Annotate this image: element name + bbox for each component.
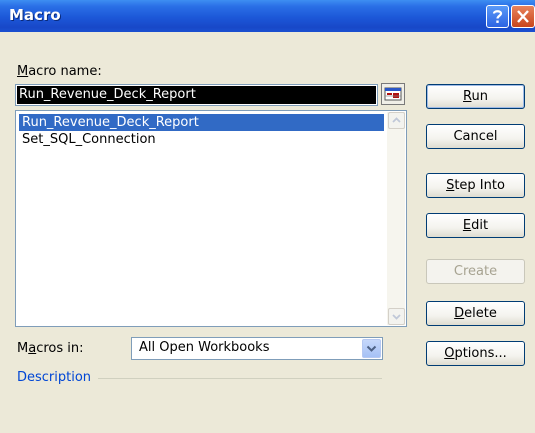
help-icon (492, 10, 503, 23)
macro-list[interactable]: Run_Revenue_Deck_Report Set_SQL_Connecti… (15, 110, 407, 327)
window-title: Macro (9, 6, 61, 24)
create-label: Create (453, 264, 498, 279)
edit-button[interactable]: Edit (426, 213, 525, 238)
create-button[interactable]: Create (426, 259, 525, 284)
title-bar[interactable]: Macro (0, 0, 535, 32)
list-item[interactable]: Set_SQL_Connection (19, 131, 384, 148)
macros-in-select[interactable]: All Open Workbooks (131, 337, 383, 360)
macro-name-label-text: acro name: (28, 64, 102, 79)
scroll-up-button[interactable] (388, 112, 405, 129)
run-label-post: un (471, 89, 488, 104)
macros-in-label-pre: M (17, 341, 29, 356)
chevron-down-icon (366, 345, 377, 352)
chevron-down-icon (392, 314, 401, 320)
edit-label-post: dit (471, 218, 489, 233)
description-label: Description (17, 370, 92, 385)
chevron-up-icon (392, 117, 401, 123)
range-picker-icon (384, 87, 402, 101)
close-icon (517, 10, 529, 23)
list-scrollbar[interactable] (387, 112, 405, 325)
macros-in-value: All Open Workbooks (139, 340, 270, 355)
close-button[interactable] (511, 5, 535, 28)
step-into-button[interactable]: Step Into (426, 173, 525, 198)
options-label-accel: O (444, 346, 455, 361)
cancel-label: Cancel (453, 129, 498, 144)
dropdown-button[interactable] (362, 339, 381, 358)
macros-in-label: Macros in: (17, 341, 83, 356)
macro-name-input[interactable]: Run_Revenue_Deck_Report (17, 86, 376, 104)
scroll-down-button[interactable] (388, 308, 405, 325)
delete-label-accel: D (454, 306, 465, 321)
run-button[interactable]: Run (426, 84, 525, 109)
options-button[interactable]: Options... (426, 341, 525, 366)
macros-in-label-accel: a (28, 341, 37, 356)
macros-in-label-post: cros in: (36, 341, 84, 356)
delete-button[interactable]: Delete (426, 301, 525, 326)
description-divider (98, 378, 382, 379)
cancel-button[interactable]: Cancel (426, 124, 525, 149)
macro-dialog: Macro Macro name: Run_Revenue_Deck_Repor… (0, 0, 535, 433)
help-button[interactable] (486, 5, 509, 28)
edit-label-accel: E (462, 218, 472, 233)
options-label-post: ptions... (454, 346, 507, 361)
macro-name-label-accel: M (17, 64, 29, 79)
list-item[interactable]: Run_Revenue_Deck_Report (19, 114, 384, 131)
delete-label-post: elete (464, 306, 497, 321)
macro-name-label: Macro name: (17, 64, 102, 79)
collapse-dialog-button[interactable] (381, 83, 405, 105)
step-into-label-post: tep Into (454, 178, 505, 193)
